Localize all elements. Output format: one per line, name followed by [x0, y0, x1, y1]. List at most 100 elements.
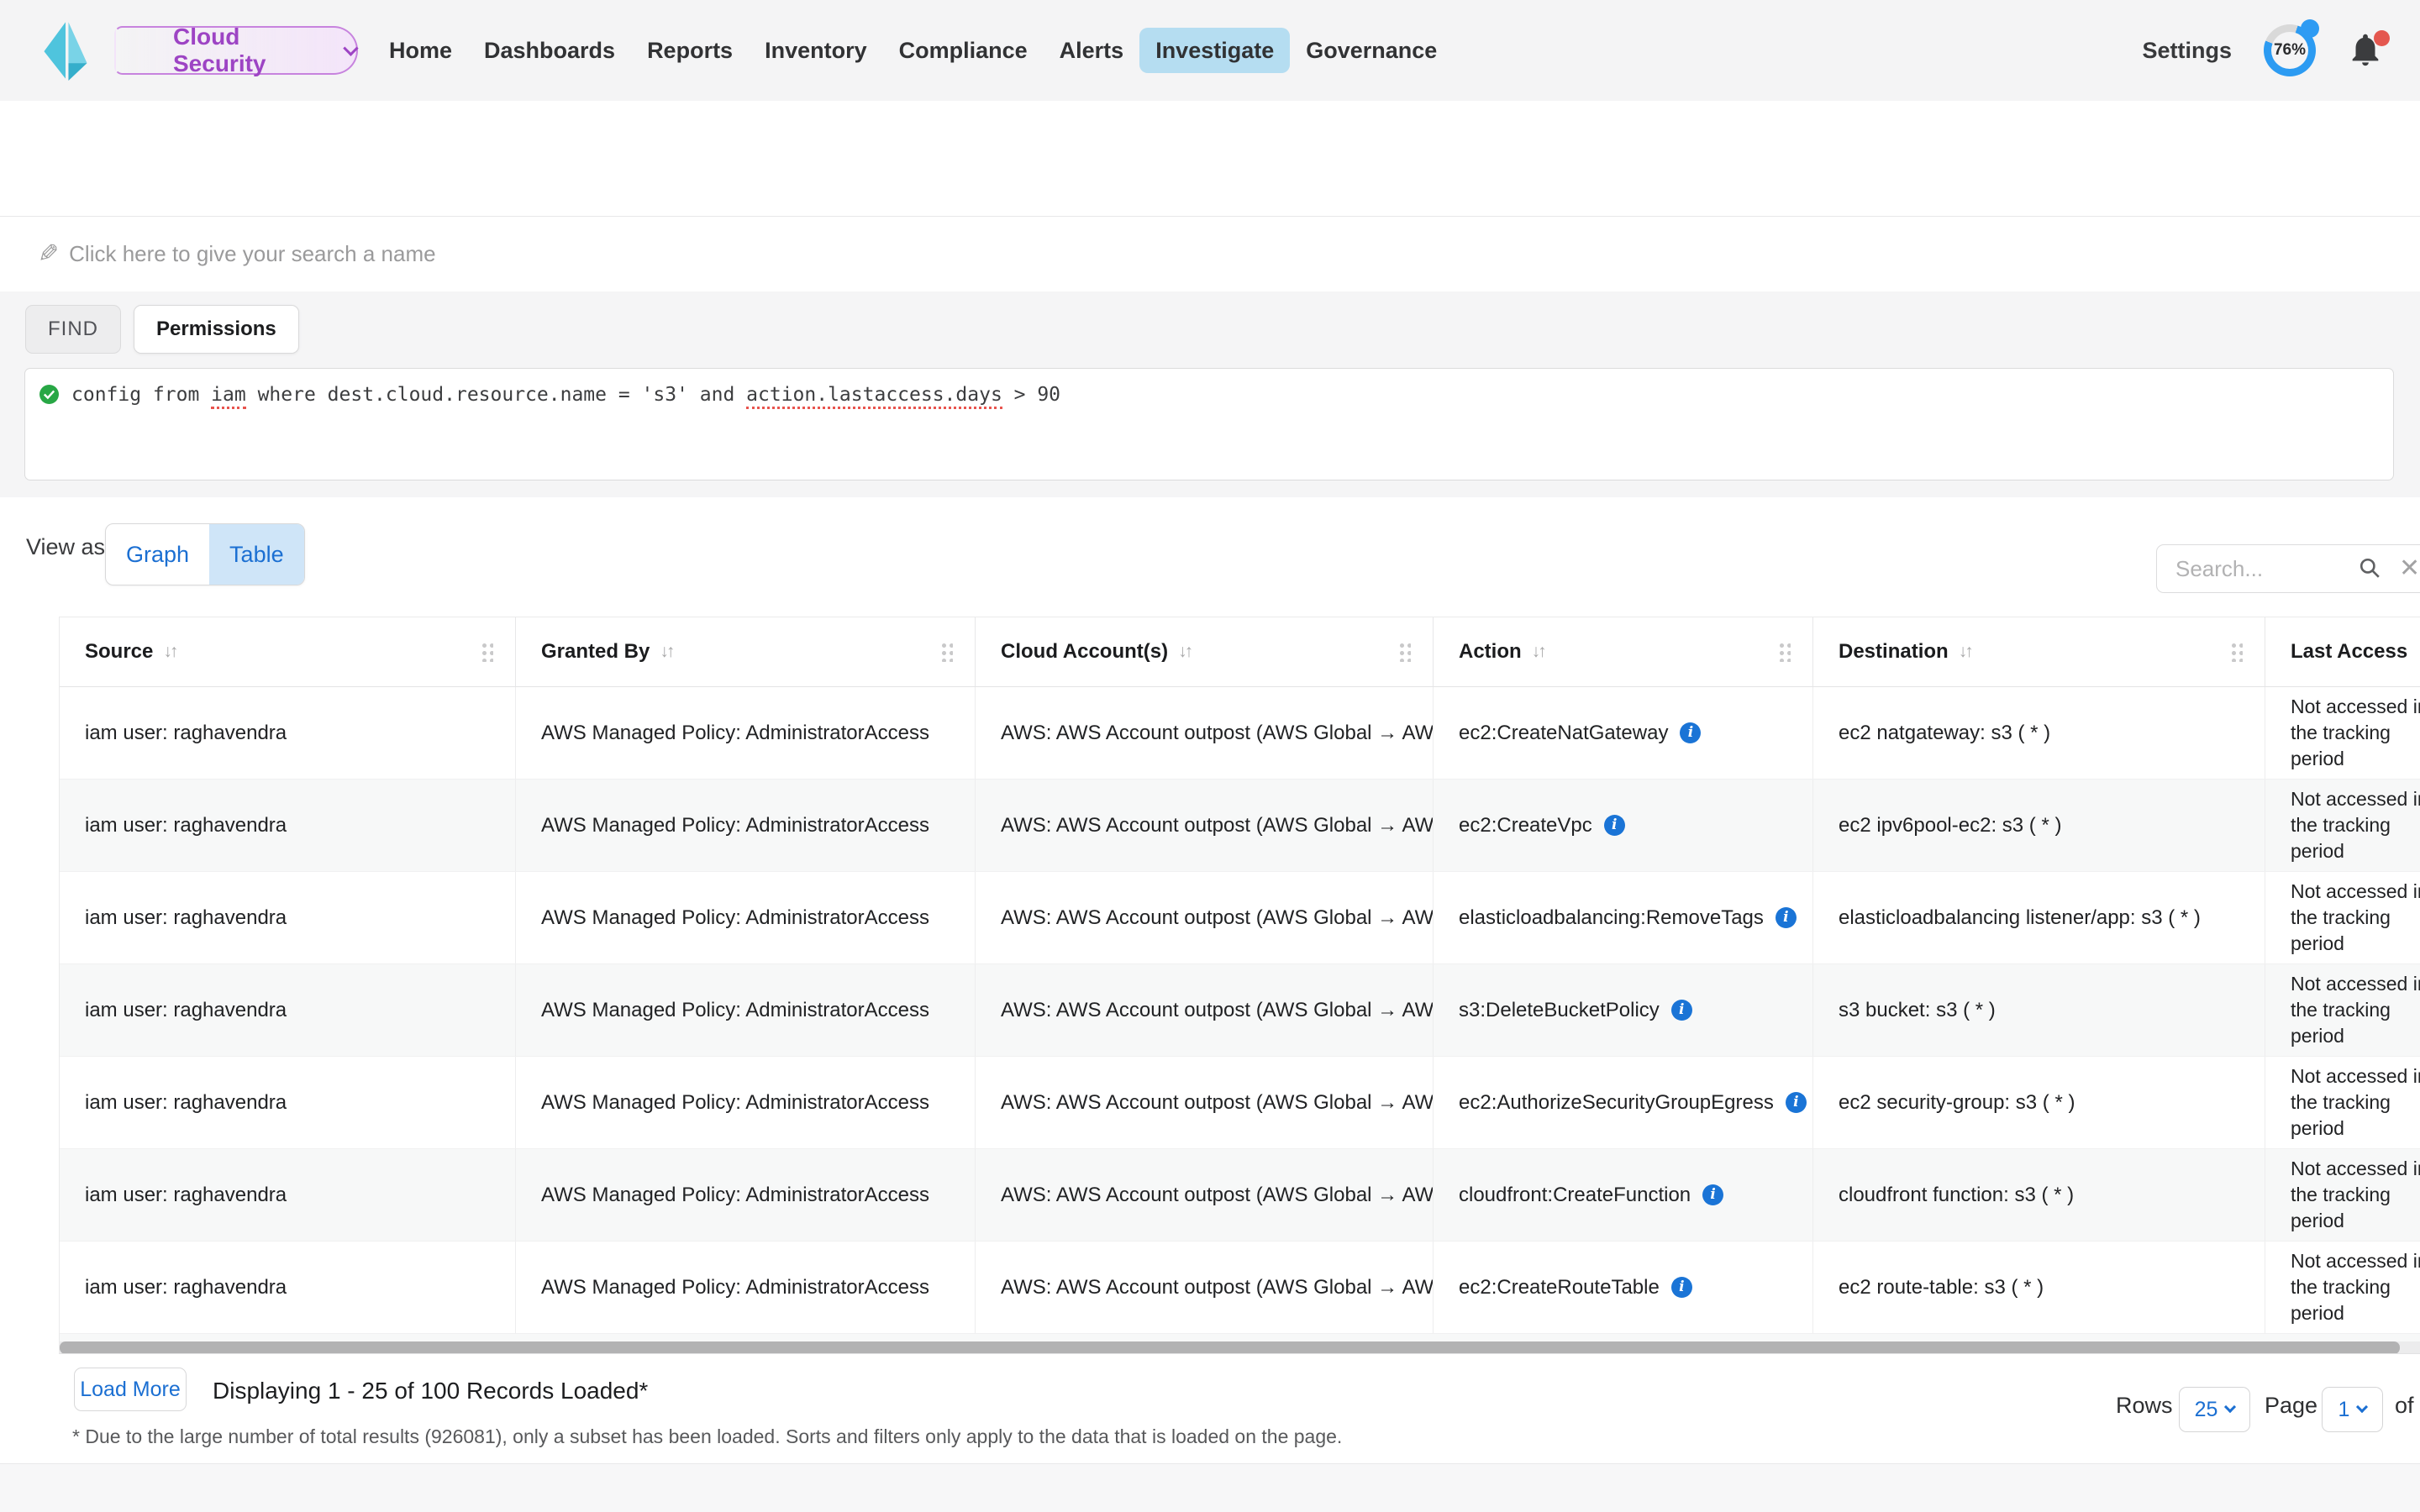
- nav-item-inventory[interactable]: Inventory: [749, 28, 883, 73]
- search-icon[interactable]: [2359, 557, 2381, 579]
- column-drag-handle-icon[interactable]: [481, 642, 493, 662]
- table-row[interactable]: iam user: raghavendraAWS Managed Policy:…: [60, 687, 2420, 780]
- granted-by-text: AWS Managed Policy: AdministratorAccess: [541, 1276, 929, 1299]
- column-label: Last Access: [2291, 640, 2407, 664]
- info-icon[interactable]: i: [1680, 722, 1701, 743]
- view-toggle: Graph Table: [105, 523, 305, 585]
- source-text: iam user: raghavendra: [85, 906, 287, 930]
- action-text: cloudfront:CreateFunction: [1459, 1184, 1691, 1207]
- view-toggle-table[interactable]: Table: [209, 524, 304, 585]
- info-icon[interactable]: i: [1671, 1000, 1692, 1021]
- rows-per-page-value: 25: [2195, 1398, 2218, 1422]
- view-as-label: View as: [26, 534, 105, 560]
- column-header-granted-by[interactable]: Granted By↓↑: [516, 617, 976, 686]
- info-icon[interactable]: i: [1671, 1277, 1692, 1298]
- rows-per-page-label: Rows: [2116, 1393, 2173, 1419]
- cell-cloud-accounts: AWS: AWS Account outpost (AWS Global → A…: [976, 687, 1434, 779]
- product-switcher-label: Cloud Security: [173, 24, 332, 77]
- cell-action: elasticloadbalancing:RemoveTags i: [1434, 872, 1813, 963]
- column-header-action[interactable]: Action↓↑: [1434, 617, 1813, 686]
- column-drag-handle-icon[interactable]: [940, 642, 953, 662]
- destination-text: s3 bucket: s3 ( * ): [1839, 999, 1996, 1022]
- table-row[interactable]: iam user: raghavendraAWS Managed Policy:…: [60, 1149, 2420, 1242]
- action-text: ec2:AuthorizeSecurityGroupEgress: [1459, 1091, 1774, 1115]
- table-row[interactable]: iam user: raghavendraAWS Managed Policy:…: [60, 872, 2420, 964]
- nav-item-compliance[interactable]: Compliance: [883, 28, 1044, 73]
- table-search-input[interactable]: [2175, 545, 2352, 592]
- nav-item-governance[interactable]: Governance: [1290, 28, 1453, 73]
- info-icon[interactable]: i: [1702, 1184, 1723, 1205]
- table-row-partial: [60, 1334, 2420, 1341]
- load-more-button[interactable]: Load More: [74, 1368, 187, 1411]
- chevron-down-icon: [2356, 1401, 2368, 1413]
- tab-permissions[interactable]: Permissions: [134, 305, 299, 354]
- product-switcher-dropdown[interactable]: Cloud Security: [114, 26, 358, 75]
- column-header-source[interactable]: Source↓↑: [60, 617, 516, 686]
- info-icon[interactable]: i: [1604, 815, 1625, 836]
- cloud-accounts-text: AWS: AWS Account outpost (AWS Global → A…: [1001, 1184, 1434, 1207]
- destination-text: elasticloadbalancing listener/app: s3 ( …: [1839, 906, 2201, 930]
- sort-icon[interactable]: ↓↑: [163, 642, 176, 662]
- column-header-destination[interactable]: Destination↓↑: [1813, 617, 2265, 686]
- settings-button[interactable]: Settings: [2142, 38, 2232, 64]
- sort-icon[interactable]: ↓↑: [1959, 642, 1971, 662]
- cell-last-access: Not accessed in the tracking period: [2265, 1149, 2420, 1241]
- cloud-accounts-text: AWS: AWS Account outpost (AWS Global → A…: [1001, 999, 1434, 1022]
- last-access-text: Not accessed in the tracking period: [2291, 971, 2420, 1049]
- sort-icon[interactable]: ↓↑: [1532, 642, 1544, 662]
- nav-item-home[interactable]: Home: [373, 28, 468, 73]
- query-input[interactable]: config from iam where dest.cloud.resourc…: [24, 368, 2394, 480]
- last-access-text: Not accessed in the tracking period: [2291, 1063, 2420, 1142]
- source-text: iam user: raghavendra: [85, 1091, 287, 1115]
- records-loaded-status: Displaying 1 - 25 of 100 Records Loaded*: [213, 1378, 648, 1404]
- nav-item-alerts[interactable]: Alerts: [1044, 28, 1140, 73]
- page: Cloud Security HomeDashboardsReportsInve…: [0, 0, 2420, 1512]
- cell-source: iam user: raghavendra: [60, 964, 516, 1056]
- sort-icon[interactable]: ↓↑: [1178, 642, 1191, 662]
- edit-icon: ✎: [38, 239, 59, 269]
- granted-by-text: AWS Managed Policy: AdministratorAccess: [541, 999, 929, 1022]
- tab-find[interactable]: FIND: [25, 305, 121, 354]
- page-select[interactable]: 1: [2322, 1387, 2383, 1432]
- column-drag-handle-icon[interactable]: [1398, 642, 1411, 662]
- column-drag-handle-icon[interactable]: [2230, 642, 2243, 662]
- cell-granted-by: AWS Managed Policy: AdministratorAccess: [516, 687, 976, 779]
- cell-cloud-accounts: AWS: AWS Account outpost (AWS Global → A…: [976, 872, 1434, 963]
- table-row[interactable]: iam user: raghavendraAWS Managed Policy:…: [60, 1057, 2420, 1149]
- table-row[interactable]: iam user: raghavendra AWS Managed Policy:…: [60, 964, 2420, 1057]
- cloud-accounts-text: AWS: AWS Account outpost (AWS Global → A…: [1001, 722, 1434, 745]
- cell-last-access: Not accessed in the tracking period: [2265, 872, 2420, 963]
- column-drag-handle-icon[interactable]: [1778, 642, 1791, 662]
- cell-destination: ec2 security-group: s3 ( * ): [1813, 1057, 2265, 1148]
- rows-per-page-select[interactable]: 25: [2179, 1387, 2250, 1432]
- view-toggle-graph[interactable]: Graph: [106, 524, 209, 585]
- cell-granted-by: AWS Managed Policy: AdministratorAccess: [516, 1149, 976, 1241]
- destination-text: ec2 ipv6pool-ec2: s3 ( * ): [1839, 814, 2061, 837]
- nav-item-dashboards[interactable]: Dashboards: [468, 28, 631, 73]
- main-nav: HomeDashboardsReportsInventoryCompliance…: [373, 28, 1453, 73]
- cell-cloud-accounts: AWS: AWS Account outpost (AWS Global → A…: [976, 780, 1434, 871]
- cell-destination: s3 bucket: s3 ( * ): [1813, 964, 2265, 1056]
- search-name-field[interactable]: ✎ Click here to give your search a name: [0, 217, 2420, 291]
- clear-search-icon[interactable]: ✕: [2399, 554, 2420, 583]
- action-text: ec2:CreateNatGateway: [1459, 722, 1668, 745]
- cell-cloud-accounts: AWS: AWS Account outpost (AWS Global → A…: [976, 1149, 1434, 1241]
- action-text: elasticloadbalancing:RemoveTags: [1459, 906, 1764, 930]
- table-row[interactable]: iam user: raghavendraAWS Managed Policy:…: [60, 1242, 2420, 1334]
- info-icon[interactable]: i: [1776, 907, 1797, 928]
- cloud-accounts-text: AWS: AWS Account outpost (AWS Global → A…: [1001, 1276, 1434, 1299]
- info-icon[interactable]: i: [1786, 1092, 1807, 1113]
- table-body: iam user: raghavendra AWS Managed Policy:…: [60, 687, 2420, 1334]
- cloud-accounts-text: AWS: AWS Account outpost (AWS Global → A…: [1001, 906, 1434, 930]
- table-row[interactable]: iam user: raghavendraAWS Managed Policy:…: [60, 780, 2420, 872]
- sort-icon[interactable]: ↓↑: [660, 642, 672, 662]
- chevron-down-icon: [2224, 1401, 2236, 1413]
- notifications-button[interactable]: [2346, 30, 2386, 71]
- column-header-last-access[interactable]: Last Access↓↑: [2265, 617, 2420, 686]
- security-score-ring[interactable]: 76%: [2264, 24, 2316, 76]
- nav-item-investigate[interactable]: Investigate: [1139, 28, 1290, 73]
- nav-item-reports[interactable]: Reports: [631, 28, 749, 73]
- page-bottom-strip: [0, 1463, 2420, 1512]
- column-header-cloud-account-s-[interactable]: Cloud Account(s)↓↑: [976, 617, 1434, 686]
- scrollbar-thumb[interactable]: [60, 1341, 2400, 1354]
